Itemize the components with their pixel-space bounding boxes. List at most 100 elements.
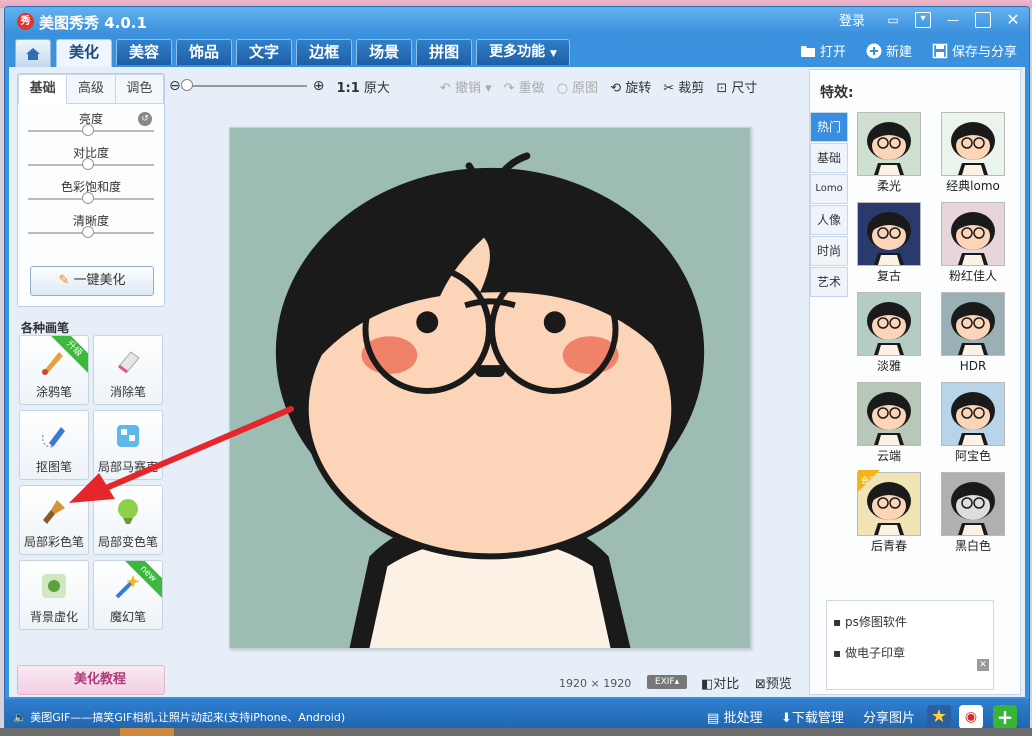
slider-knob[interactable] [82,158,94,170]
fx-tab-fashion[interactable]: 时尚 [810,236,848,266]
sharpness-label: 清晰度 [72,214,109,228]
weibo-icon[interactable]: ◉ [959,705,983,729]
effect-item[interactable]: 粉红佳人 [938,202,1008,282]
slider-knob[interactable] [82,192,94,204]
tab-more[interactable]: 更多功能 ▼ [476,39,570,65]
original-button[interactable]: ○ 原图 [557,77,599,96]
effect-label: 淡雅 [876,359,901,373]
effect-item[interactable]: 经典lomo [938,112,1008,192]
batch-icon: ▤ [707,711,720,726]
effect-item[interactable]: HDR [938,292,1008,372]
sharpness-slider[interactable]: 清晰度 [18,206,164,240]
fx-tab-hot[interactable]: 热门 [810,112,848,142]
maximize-icon[interactable] [975,11,991,28]
effect-thumbnail [857,202,921,266]
skin-icon[interactable]: ▾ [915,11,931,28]
compare-button[interactable]: ◧对比 [701,673,739,692]
effect-item[interactable]: 阿宝色 [938,382,1008,462]
batch-button[interactable]: ▤ 批处理 [707,707,762,726]
one-click-beautify-button[interactable]: ✎ 一键美化 [30,266,154,296]
saturation-slider[interactable]: 色彩饱和度 [18,172,164,206]
fx-tab-portrait[interactable]: 人像 [810,205,848,235]
scissors-icon: ✂ [663,80,675,96]
tab-accessories[interactable]: 饰品 [176,39,233,65]
save-share-button[interactable]: 保存与分享 [932,41,1017,60]
tab-scene[interactable]: 场景 [356,39,413,65]
preview-button[interactable]: ⊠预览 [755,673,792,692]
slider-knob[interactable] [82,226,94,238]
exif-button[interactable]: EXIF▴ [647,675,687,689]
resize-button[interactable]: ⊡ 尺寸 [716,77,757,96]
eraser-button[interactable]: 消除笔 [93,335,163,405]
ad-link[interactable]: ▪ 做电子印章 [833,644,993,661]
download-manager-button[interactable]: ⬇下载管理 [781,707,844,726]
effect-item[interactable]: 会员 后青春 [854,470,924,552]
dim-separator: × [590,677,600,690]
effect-item[interactable]: 淡雅 [854,292,924,372]
brightness-slider[interactable]: 亮度 [18,104,164,138]
photo-canvas[interactable] [229,127,751,649]
effect-item[interactable]: 云端 [854,382,924,462]
zoom-knob[interactable] [180,79,193,91]
eraser-label: 消除笔 [109,385,146,399]
undo-label: 撤销 [454,80,481,96]
folder-icon [800,43,816,59]
share-image-button[interactable]: 分享图片 [863,707,915,726]
subtab-advanced[interactable]: 高级 [67,74,116,104]
minimize-icon[interactable]: — [945,12,961,28]
speaker-icon: 🔈 [13,711,27,724]
ad-close-icon[interactable]: ✕ [977,659,989,671]
tab-beautify[interactable]: 美化 [56,39,113,67]
doodle-pen-icon [42,352,63,375]
doodle-brush-button[interactable]: 升级 涂鸦笔 [19,335,89,405]
contrast-slider[interactable]: 对比度 [18,138,164,172]
feedback-icon[interactable]: ▭ [885,12,901,28]
magic-wand-icon [115,575,140,599]
zoom-slider[interactable] [180,79,307,91]
crop-button[interactable]: ✂ 裁剪 [663,77,704,96]
fx-tab-art[interactable]: 艺术 [810,267,848,297]
fx-tab-basic[interactable]: 基础 [810,143,848,173]
beautify-tutorial-button[interactable]: 美化教程 [17,665,165,695]
effect-thumbnail [941,202,1005,266]
zoom-out-icon[interactable]: ⊖ [169,78,181,94]
tab-border[interactable]: 边框 [296,39,353,65]
subtab-color[interactable]: 调色 [115,74,164,104]
slider-knob[interactable] [82,124,94,136]
tab-text[interactable]: 文字 [236,39,293,65]
effect-label: 经典lomo [946,179,1000,193]
new-button[interactable]: 新建 [866,41,912,60]
login-link[interactable]: 登录 [839,10,865,29]
open-button[interactable]: 打开 [800,41,846,60]
background-blur-button[interactable]: 背景虚化 [19,560,89,630]
contrast-label: 对比度 [72,146,109,160]
undo-button[interactable]: ↶ 撤销 ▾ [440,77,492,96]
zoom-in-icon[interactable]: ⊕ [313,78,325,94]
image-dimensions: 1920 × 1920 [559,677,631,690]
effect-item[interactable]: 柔光 [854,112,924,192]
actual-size-label: 原大 [363,80,390,96]
actual-size-button[interactable]: 1:1 原大 [336,77,389,96]
download-icon: ⬇ [781,711,792,726]
fx-tab-lomo[interactable]: Lomo [810,174,848,204]
magic-brush-button[interactable]: new 魔幻笔 [93,560,163,630]
home-icon [26,47,40,60]
compare-icon: ◧ [701,677,714,692]
status-message[interactable]: 🔈 美图GIF——搞笑GIF相机,让照片动起来(支持iPhone、Android… [13,709,345,725]
redo-button[interactable]: ↷ 重做 [504,77,545,96]
tab-facial[interactable]: 美容 [116,39,173,65]
effects-title: 特效: [820,85,854,101]
home-button[interactable] [15,39,51,67]
rotate-button[interactable]: ⟲ 旋转 [610,77,651,96]
subtab-basic[interactable]: 基础 [18,74,68,104]
original-label: 原图 [572,80,599,96]
resize-label: 尺寸 [731,80,758,96]
add-plus-icon[interactable]: + [993,705,1017,729]
taskbar-strip [0,728,1032,736]
close-icon[interactable]: ✕ [1005,11,1021,28]
tab-collage[interactable]: 拼图 [416,39,473,65]
star-icon[interactable]: ★ [927,705,951,729]
ad-link[interactable]: ▪ ps修图软件 [833,613,993,630]
effect-item[interactable]: 复古 [854,202,924,282]
effect-item[interactable]: 黑白色 [938,472,1008,552]
